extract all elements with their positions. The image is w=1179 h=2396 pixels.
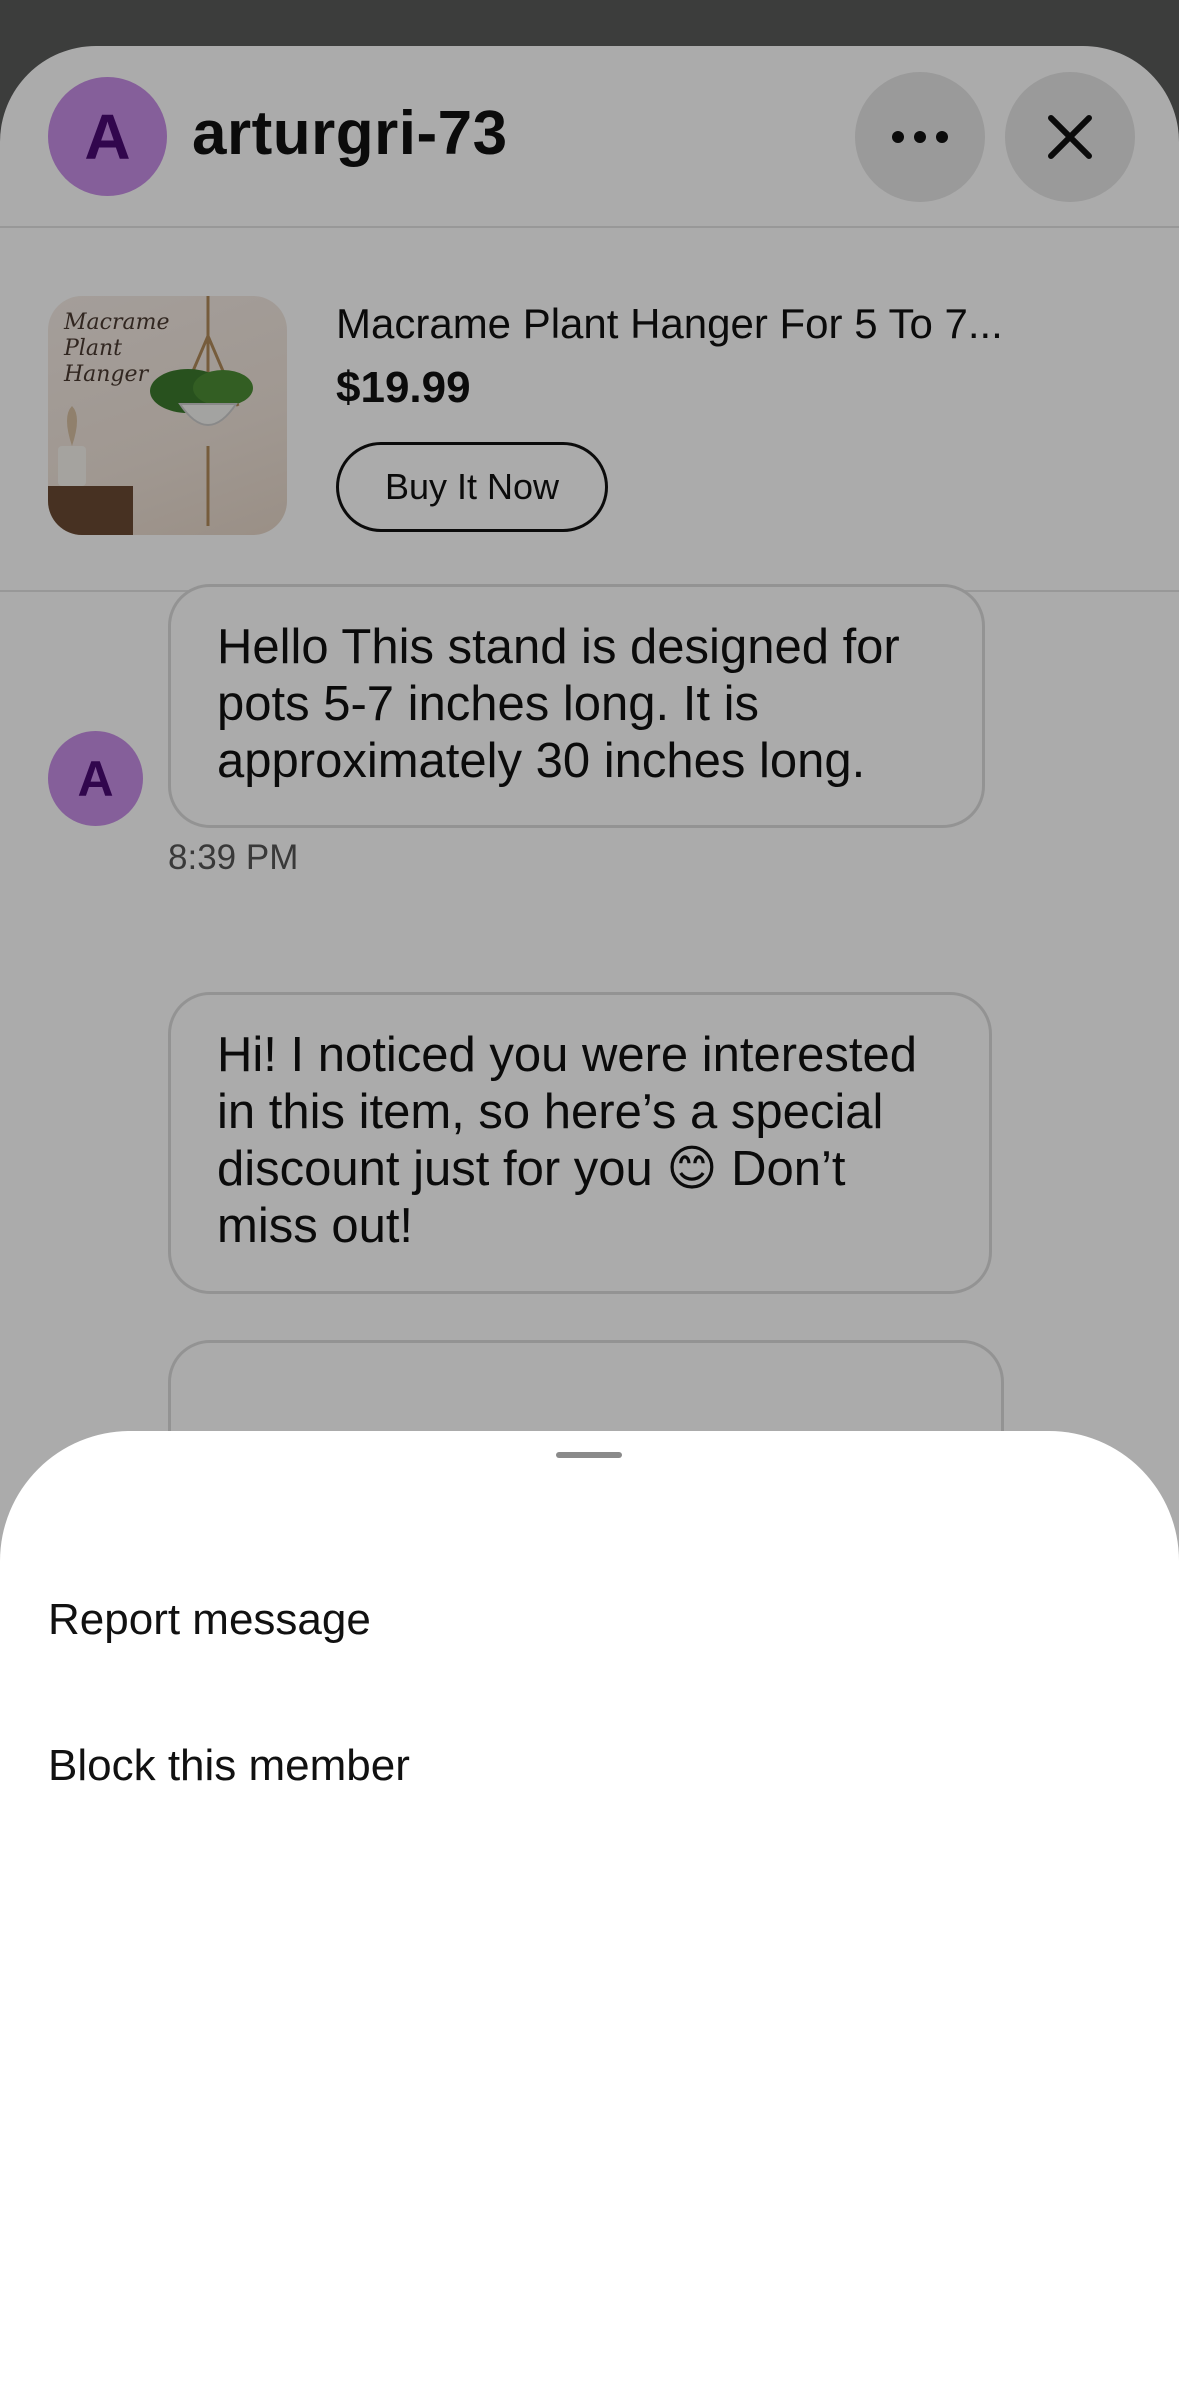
action-sheet: Report message Block this member [0,1431,1179,2396]
sheet-drag-handle[interactable] [556,1452,622,1458]
block-member-option[interactable]: Block this member [48,1741,410,1791]
report-message-option[interactable]: Report message [48,1595,371,1645]
